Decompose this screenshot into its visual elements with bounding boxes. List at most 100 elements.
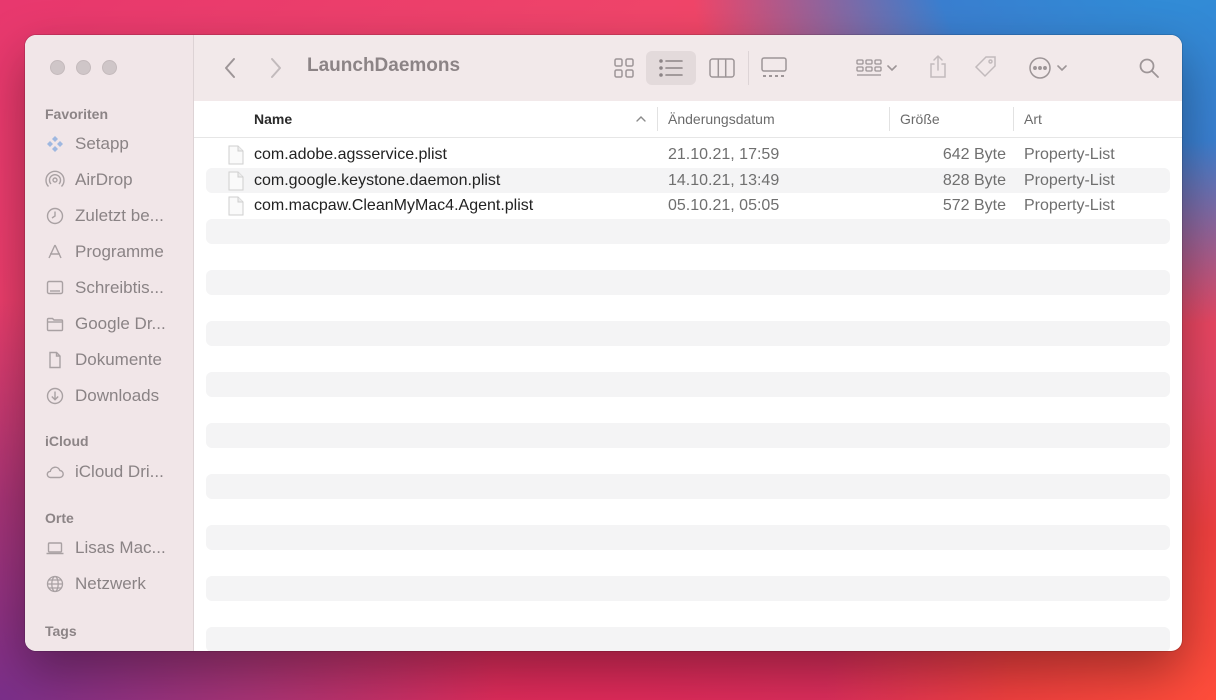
file-date: 05.10.21, 05:05 bbox=[668, 197, 780, 214]
sidebar-section-tags: Tags bbox=[45, 623, 77, 639]
file-icon bbox=[228, 196, 244, 216]
list-view-button[interactable] bbox=[646, 51, 696, 85]
sidebar-item-setapp[interactable]: Setapp bbox=[45, 131, 185, 157]
file-name: com.adobe.agsservice.plist bbox=[254, 146, 447, 163]
file-size: 642 Byte bbox=[942, 146, 1006, 163]
column-header-kind[interactable]: Art bbox=[1024, 111, 1042, 127]
sidebar-item-label: Netzwerk bbox=[75, 574, 146, 593]
sidebar-item-label: Google Dr... bbox=[75, 314, 166, 333]
sidebar-item-network[interactable]: Netzwerk bbox=[45, 571, 185, 597]
list-icon bbox=[659, 59, 683, 77]
sidebar-item-airdrop[interactable]: AirDrop bbox=[45, 167, 185, 193]
file-kind: Property-List bbox=[1024, 171, 1115, 189]
column-header-name[interactable]: Name bbox=[254, 111, 292, 127]
sidebar-item-mac[interactable]: Lisas Mac... bbox=[45, 535, 185, 561]
empty-row bbox=[206, 473, 1170, 499]
back-button[interactable] bbox=[218, 55, 242, 81]
empty-row bbox=[206, 448, 1170, 474]
icon-view-button[interactable] bbox=[606, 51, 642, 85]
group-by-button[interactable] bbox=[852, 51, 902, 85]
sidebar-item-label: Schreibtis... bbox=[75, 278, 164, 297]
window-title: LaunchDaemons bbox=[307, 55, 461, 76]
share-button[interactable] bbox=[922, 49, 954, 85]
search-button[interactable] bbox=[1134, 53, 1164, 83]
column-divider[interactable] bbox=[889, 107, 890, 131]
tags-button[interactable] bbox=[970, 49, 1002, 85]
group-icon bbox=[856, 59, 882, 76]
gallery-view-button[interactable] bbox=[754, 51, 794, 85]
sidebar-section-favorites: Favoriten bbox=[45, 106, 109, 122]
sidebar-item-documents[interactable]: Dokumente bbox=[45, 347, 185, 373]
table-row[interactable]: com.macpaw.CleanMyMac4.Agent.plist 05.10… bbox=[206, 193, 1170, 219]
empty-row bbox=[206, 575, 1170, 601]
close-button[interactable] bbox=[50, 60, 65, 75]
file-kind: Property-List bbox=[1024, 146, 1115, 163]
sidebar-item-icloud-drive[interactable]: iCloud Dri... bbox=[45, 459, 185, 485]
sidebar-item-desktop[interactable]: Schreibtis... bbox=[45, 275, 185, 301]
sidebar-item-recent[interactable]: Zuletzt be... bbox=[45, 203, 185, 229]
chevron-left-icon bbox=[225, 58, 235, 78]
download-icon bbox=[45, 386, 65, 406]
column-view-button[interactable] bbox=[702, 51, 742, 85]
column-divider[interactable] bbox=[1013, 107, 1014, 131]
empty-row bbox=[206, 499, 1170, 525]
empty-row bbox=[206, 244, 1170, 270]
setapp-icon bbox=[45, 134, 65, 154]
table-row[interactable]: com.adobe.agsservice.plist 21.10.21, 17:… bbox=[206, 142, 1170, 168]
sidebar-item-label: Lisas Mac... bbox=[75, 538, 166, 557]
file-date: 14.10.21, 13:49 bbox=[668, 171, 780, 189]
chevron-down-icon bbox=[1057, 65, 1067, 72]
chevron-right-icon bbox=[271, 58, 281, 78]
file-icon bbox=[228, 171, 244, 190]
empty-row bbox=[206, 295, 1170, 321]
document-icon bbox=[45, 350, 65, 370]
table-row[interactable]: com.google.keystone.daemon.plist 14.10.2… bbox=[206, 167, 1170, 193]
sort-ascending-icon[interactable] bbox=[635, 115, 647, 123]
empty-row bbox=[206, 218, 1170, 244]
empty-row bbox=[206, 601, 1170, 627]
forward-button[interactable] bbox=[264, 55, 288, 81]
sidebar-item-applications[interactable]: Programme bbox=[45, 239, 185, 265]
ellipsis-circle-icon bbox=[1029, 57, 1051, 79]
sidebar-item-label: iCloud Dri... bbox=[75, 462, 164, 481]
file-icon bbox=[228, 145, 244, 165]
file-size: 572 Byte bbox=[942, 197, 1006, 214]
file-date: 21.10.21, 17:59 bbox=[668, 146, 780, 163]
sidebar-item-label: Setapp bbox=[75, 134, 129, 153]
minimize-button[interactable] bbox=[76, 60, 91, 75]
folder-icon bbox=[45, 314, 65, 334]
column-header: Name Änderungsdatum Größe Art bbox=[194, 101, 1182, 138]
column-header-date[interactable]: Änderungsdatum bbox=[668, 111, 775, 127]
file-name: com.macpaw.CleanMyMac4.Agent.plist bbox=[254, 197, 534, 214]
toolbar-separator bbox=[748, 51, 749, 85]
globe-icon bbox=[45, 574, 65, 594]
columns-icon bbox=[709, 58, 735, 78]
finder-window: Favoriten Setapp AirDrop Zuletzt be... P… bbox=[25, 35, 1182, 651]
sidebar-item-label: Dokumente bbox=[75, 350, 162, 369]
sidebar-item-google-drive[interactable]: Google Dr... bbox=[45, 311, 185, 337]
grid-icon bbox=[614, 58, 634, 78]
cloud-icon bbox=[45, 462, 65, 482]
zoom-button[interactable] bbox=[102, 60, 117, 75]
sidebar-section-locations: Orte bbox=[45, 510, 74, 526]
window-controls bbox=[50, 60, 117, 75]
sidebar-item-label: Downloads bbox=[75, 386, 160, 405]
gallery-icon bbox=[761, 57, 787, 77]
apps-icon bbox=[45, 242, 65, 262]
file-kind: Property-List bbox=[1024, 197, 1115, 214]
column-header-size[interactable]: Größe bbox=[900, 111, 940, 127]
empty-row bbox=[206, 346, 1170, 372]
sidebar: Favoriten Setapp AirDrop Zuletzt be... P… bbox=[25, 35, 194, 651]
tag-icon bbox=[974, 56, 996, 78]
share-icon bbox=[930, 54, 946, 78]
sidebar-item-downloads[interactable]: Downloads bbox=[45, 383, 185, 409]
sidebar-item-label: Zuletzt be... bbox=[75, 206, 164, 225]
search-icon bbox=[1139, 58, 1159, 78]
empty-row bbox=[206, 422, 1170, 448]
sidebar-section-icloud: iCloud bbox=[45, 433, 89, 449]
empty-row bbox=[206, 371, 1170, 397]
file-list: com.adobe.agsservice.plist 21.10.21, 17:… bbox=[206, 142, 1170, 651]
airdrop-icon bbox=[45, 170, 65, 190]
column-divider[interactable] bbox=[657, 107, 658, 131]
action-menu-button[interactable] bbox=[1022, 51, 1074, 85]
